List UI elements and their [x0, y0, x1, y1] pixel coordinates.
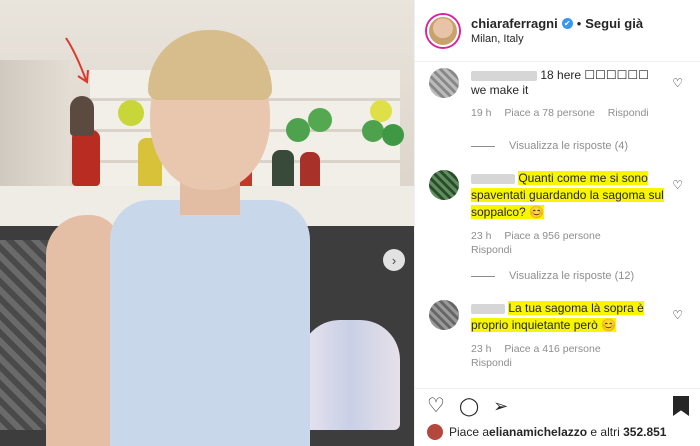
- view-replies-label: Visualizza le risposte (12): [509, 270, 635, 282]
- comment-likes[interactable]: Piace a 956 persone: [504, 230, 600, 242]
- comment-item: La tua sagoma là sopra è proprio inquiet…: [429, 300, 689, 380]
- likes-count[interactable]: 352.851: [623, 425, 666, 439]
- comment-bubble-icon[interactable]: ◯: [459, 396, 479, 416]
- reply-button[interactable]: Rispondi: [608, 107, 649, 119]
- post-photo: ›: [0, 0, 414, 446]
- comment-text: 18 here ☐☐☐☐☐☐: [540, 68, 649, 82]
- comments-list[interactable]: 18 here ☐☐☐☐☐☐ we make it 19 h Piace a 7…: [415, 62, 700, 388]
- comment-likes[interactable]: Piace a 78 persone: [504, 107, 594, 119]
- comment-time[interactable]: 19 h: [471, 107, 491, 119]
- header-line: chiaraferragni ✔ • Segui già: [471, 16, 643, 31]
- comment-time[interactable]: 23 h: [471, 343, 491, 355]
- like-comment-heart-icon[interactable]: ♡: [672, 178, 683, 192]
- likes-prefix: Piace a: [449, 425, 490, 439]
- redacted-username: [471, 173, 515, 184]
- following-button[interactable]: Segui già: [585, 16, 643, 31]
- post-header: chiaraferragni ✔ • Segui già Milan, Ital…: [415, 0, 700, 62]
- comment-likes[interactable]: Piace a 416 persone: [504, 343, 600, 355]
- comment-time[interactable]: 23 h: [471, 230, 491, 242]
- verified-badge-icon: ✔: [561, 18, 573, 29]
- view-replies-button[interactable]: Visualizza le risposte (12): [471, 270, 634, 282]
- flower-vase: [300, 320, 400, 430]
- chevron-right-icon: ›: [391, 252, 397, 268]
- comment-meta: 19 h Piace a 78 persone Rispondi: [471, 106, 671, 120]
- like-comment-heart-icon[interactable]: ♡: [672, 308, 683, 322]
- username-link[interactable]: chiaraferragni: [471, 16, 558, 31]
- share-paper-plane-icon[interactable]: ➢: [493, 396, 508, 416]
- yellow-balloon: [118, 100, 144, 126]
- comment-body: 18 here ☐☐☐☐☐☐ we make it 19 h Piace a 7…: [471, 68, 671, 120]
- likes-summary[interactable]: Piace a elianamichelazzo e altri 352.851: [427, 424, 666, 440]
- comment-meta: 23 h Piace a 956 persone Rispondi: [471, 229, 671, 257]
- comment-meta: 23 h Piace a 416 persone Rispondi: [471, 342, 671, 370]
- next-image-button[interactable]: ›: [383, 249, 405, 271]
- hair: [148, 30, 272, 100]
- yellow-balloon: [370, 100, 392, 122]
- person-silhouette: [70, 96, 94, 136]
- green-balloon: [382, 124, 404, 146]
- reply-button[interactable]: Rispondi: [471, 244, 512, 256]
- comment-body: La tua sagoma là sopra è proprio inquiet…: [471, 300, 671, 370]
- redacted-username: [471, 303, 505, 314]
- like-heart-icon[interactable]: ♡: [427, 396, 445, 416]
- replies-divider: [471, 275, 495, 277]
- view-replies-button[interactable]: Visualizza le risposte (4): [471, 140, 628, 152]
- green-balloon: [362, 120, 384, 142]
- location-link[interactable]: Milan, Italy: [471, 33, 643, 45]
- post-side-panel: chiaraferragni ✔ • Segui già Milan, Ital…: [414, 0, 700, 446]
- replies-divider: [471, 145, 495, 147]
- header-text: chiaraferragni ✔ • Segui già Milan, Ital…: [471, 16, 643, 45]
- green-balloon: [308, 108, 332, 132]
- commenter-avatar[interactable]: [429, 68, 459, 98]
- profile-avatar[interactable]: [427, 14, 459, 47]
- save-bookmark-icon[interactable]: [673, 396, 689, 416]
- post-actions-bar: ♡ ◯ ➢: [415, 388, 700, 422]
- comment-text: we make it: [471, 83, 529, 97]
- annotation-arrow-icon: [65, 37, 89, 84]
- comment-item: Quanti come me si sono spaventati guarda…: [429, 170, 689, 260]
- liker-username[interactable]: elianamichelazzo: [489, 425, 587, 439]
- commenter-avatar[interactable]: [429, 170, 459, 200]
- red-toy-figure: [72, 130, 100, 186]
- like-comment-heart-icon[interactable]: ♡: [672, 76, 683, 90]
- comment-body: Quanti come me si sono spaventati guarda…: [471, 170, 671, 257]
- separator-dot: •: [576, 16, 582, 31]
- arm: [46, 215, 120, 446]
- liker-avatar[interactable]: [427, 424, 443, 440]
- knit-top: [110, 200, 310, 446]
- commenter-avatar[interactable]: [429, 300, 459, 330]
- comment-item: 18 here ☐☐☐☐☐☐ we make it 19 h Piace a 7…: [429, 68, 689, 132]
- redacted-username: [471, 70, 537, 81]
- green-balloon: [286, 118, 310, 142]
- view-replies-label: Visualizza le risposte (4): [509, 140, 629, 152]
- likes-suffix: e altri: [587, 425, 624, 439]
- reply-button[interactable]: Rispondi: [471, 357, 512, 369]
